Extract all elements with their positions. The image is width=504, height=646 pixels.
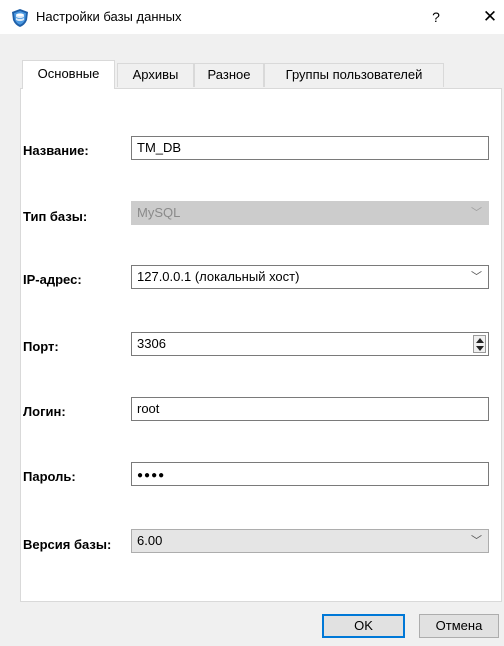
password-label: Пароль: (23, 469, 76, 484)
ip-value: 127.0.0.1 (локальный хост) (137, 269, 300, 284)
login-label: Логин: (23, 404, 66, 419)
ip-label: IP-адрес: (23, 272, 82, 287)
help-button[interactable]: ? (424, 4, 448, 30)
chevron-down-icon: ﹀ (471, 207, 482, 219)
tab-misc[interactable]: Разное (194, 63, 264, 87)
chevron-down-icon[interactable]: ﹀ (471, 266, 482, 288)
port-value: 3306 (137, 336, 166, 351)
database-shield-icon (10, 8, 30, 28)
name-label: Название: (23, 143, 89, 158)
close-button[interactable]: ✕ (478, 4, 502, 30)
chevron-down-icon[interactable]: ﹀ (471, 530, 482, 552)
tab-user-groups[interactable]: Группы пользователей (264, 63, 444, 87)
window-title: Настройки базы данных (36, 9, 182, 24)
password-field[interactable]: ●●●● (131, 462, 489, 486)
cancel-button[interactable]: Отмена (419, 614, 499, 638)
password-mask: ●●●● (137, 470, 166, 481)
db-type-combo: MySQL ﹀ (131, 201, 489, 225)
db-type-value: MySQL (137, 205, 181, 220)
login-field[interactable]: root (131, 397, 489, 421)
name-field[interactable]: TM_DB (131, 136, 489, 160)
db-type-label: Тип базы: (23, 209, 88, 224)
tab-archives[interactable]: Архивы (117, 63, 194, 87)
port-spinbox[interactable]: 3306 (131, 332, 489, 356)
spin-arrows-icon[interactable] (473, 335, 486, 353)
version-label: Версия базы: (23, 537, 112, 552)
version-value: 6.00 (137, 533, 163, 548)
title-bar: Настройки базы данных ? ✕ (0, 0, 504, 34)
ok-button[interactable]: OK (322, 614, 405, 638)
port-label: Порт: (23, 339, 59, 354)
ip-combo[interactable]: 127.0.0.1 (локальный хост) ﹀ (131, 265, 489, 289)
version-combo[interactable]: 6.00 ﹀ (131, 529, 489, 553)
tab-general[interactable]: Основные (22, 60, 115, 89)
